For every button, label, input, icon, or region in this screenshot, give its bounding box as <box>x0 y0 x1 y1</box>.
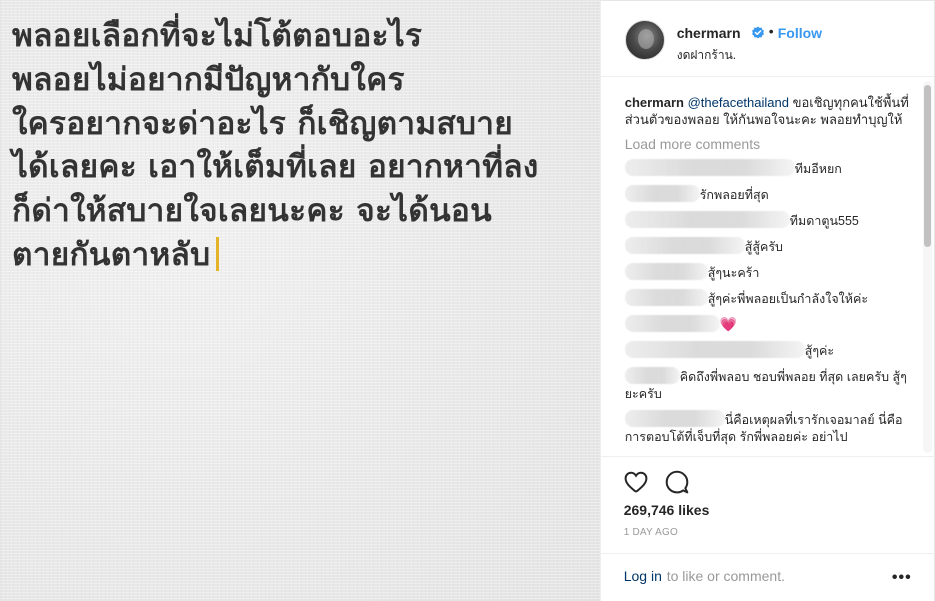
comment-text: ทีมดาตูน555 <box>789 214 859 228</box>
post-line: ก็ด่าให้สบายใจเลยนะคะ จะได้นอน <box>12 193 492 230</box>
login-link[interactable]: Log in <box>624 568 662 584</box>
caption: chermarn @thefacethailand ขอเชิญทุกคนใช้… <box>625 94 914 128</box>
caption-mention[interactable]: @thefacethailand <box>688 95 789 110</box>
verified-badge-icon <box>751 26 764 39</box>
blurred-username[interactable] <box>624 263 708 280</box>
blurred-username[interactable] <box>624 159 795 176</box>
comment-container: ทีมอีหยกรักพลอยที่สุดทีมดาตูน555 สู้สู้คร… <box>624 159 914 446</box>
blurred-username[interactable] <box>624 410 725 427</box>
blurred-username[interactable] <box>624 315 720 332</box>
post-line: ได้เลยคะ เอาให้เต็มที่เลย อยากหาที่ลง <box>12 149 539 186</box>
comment-text: ทีมอีหยก <box>794 162 842 176</box>
text-cursor <box>216 236 220 271</box>
comment-text: สู้สู้ครับ <box>744 240 783 254</box>
location-label[interactable]: งดฝากร้าน. <box>677 46 736 65</box>
login-row: Log in to like or comment. ••• <box>600 553 935 601</box>
post-actions: 269,746 likes 1 DAY AGO Log in to like o… <box>600 456 935 601</box>
blurred-username[interactable] <box>624 341 805 358</box>
comment-row: 💗 <box>624 315 914 334</box>
instagram-post-view: พลอยเลือกที่จะไม่โต้ตอบอะไร พลอยไม่อยากม… <box>0 0 935 601</box>
post-line-last: ตายกันตาหลับ <box>12 234 597 278</box>
post-side-panel: chermarn • Follow งดฝากร้าน. chermarn @t… <box>599 1 935 601</box>
blurred-username[interactable] <box>624 289 708 306</box>
likes-count[interactable]: 269,746 likes <box>624 502 710 518</box>
header-username[interactable]: chermarn <box>677 25 741 41</box>
post-image[interactable]: พลอยเลือกที่จะไม่โต้ตอบอะไร พลอยไม่อยากม… <box>1 1 600 601</box>
header-separator: • <box>768 23 774 39</box>
post-line-text: ตายกันตาหลับ <box>12 236 211 273</box>
heart-outline-icon[interactable] <box>623 469 649 495</box>
load-more-comments-button[interactable]: Load more comments <box>625 136 914 152</box>
comment-row: สู้สู้ครับ <box>624 237 914 256</box>
blurred-username[interactable] <box>624 237 745 254</box>
avatar[interactable] <box>624 20 665 60</box>
comment-row: สู้ๆค่ะพี่พลอยเป็นกำลังใจให้ค่ะ <box>624 289 914 308</box>
speech-bubble-icon[interactable] <box>664 469 690 495</box>
comment-text: สู้ๆค่ะ <box>804 344 835 358</box>
post-timestamp[interactable]: 1 DAY AGO <box>624 527 678 538</box>
comment-text: รักพลอยที่สุด <box>699 188 769 202</box>
scrollbar-thumb[interactable] <box>924 85 931 247</box>
more-options-icon[interactable]: ••• <box>892 569 912 587</box>
post-header: chermarn • Follow งดฝากร้าน. <box>600 1 934 77</box>
post-line: พลอยไม่อยากมีปัญหากับใคร <box>12 61 405 98</box>
post-line: พลอยเลือกที่จะไม่โต้ตอบอะไร <box>12 18 423 54</box>
comment-row: สู้ๆค่ะ <box>624 341 914 360</box>
comment-row: สู้ๆนะคร้า <box>624 263 914 282</box>
follow-button[interactable]: Follow <box>778 25 822 41</box>
blurred-username[interactable] <box>624 185 700 202</box>
blurred-username[interactable] <box>624 367 680 384</box>
comment-text: 💗 <box>719 316 738 332</box>
post-line: ใครอยากจะด่าอะไร ก็เชิญตามสบาย <box>12 105 514 142</box>
comments-list[interactable]: chermarn @thefacethailand ขอเชิญทุกคนใช้… <box>601 78 935 456</box>
comment-row: ทีมอีหยก <box>624 159 914 178</box>
comment-text: สู้ๆค่ะพี่พลอยเป็นกำลังใจให้ค่ะ <box>707 292 869 306</box>
comment-row: ทีมดาตูน555 <box>624 211 914 230</box>
comment-row: รักพลอยที่สุด <box>624 185 914 204</box>
comment-row: คิดถึงพี่พลอบ ชอบพี่พลอย ที่สุด เลยครับ … <box>624 367 914 403</box>
login-hint-text: to like or comment. <box>666 568 785 584</box>
comment-row: นี่คือเหตุผลที่เรารักเจอมาลย์ นี่คือการต… <box>624 410 914 446</box>
caption-username[interactable]: chermarn <box>625 95 684 110</box>
post-text-block: พลอยเลือกที่จะไม่โต้ตอบอะไร พลอยไม่อยากม… <box>12 15 597 278</box>
comment-text: สู้ๆนะคร้า <box>707 266 760 280</box>
blurred-username[interactable] <box>624 211 790 228</box>
